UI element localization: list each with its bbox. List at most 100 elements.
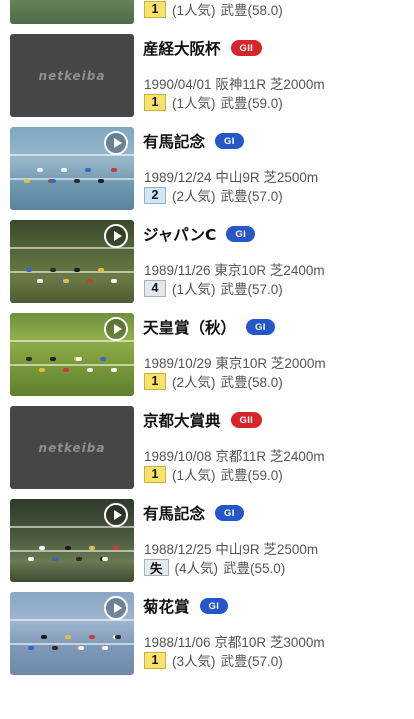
horse-figure bbox=[111, 279, 117, 283]
horse-figure bbox=[87, 368, 93, 372]
horse-figure bbox=[102, 646, 108, 650]
race-course: 京都10R bbox=[214, 635, 270, 650]
race-thumbnail[interactable] bbox=[10, 127, 134, 210]
horse-figure bbox=[28, 557, 34, 561]
race-row[interactable]: 菊花賞 GI 1988/11/06 京都10R 芝3000m 1 (3人気) 武… bbox=[0, 587, 414, 680]
horse-figure bbox=[61, 168, 67, 172]
race-thumbnail[interactable] bbox=[10, 220, 134, 303]
race-info: 1990/04/01 阪神11R 芝2000m bbox=[144, 73, 325, 93]
finish-rank-badge: 1 bbox=[144, 0, 166, 18]
race-title-line: 有馬記念 GI bbox=[143, 128, 244, 154]
race-date: 1989/10/29 bbox=[144, 356, 216, 371]
race-name[interactable]: 京都大賞典 bbox=[143, 409, 221, 431]
jockey-weight: 武豊(57.0) bbox=[220, 189, 283, 204]
race-date: 1989/12/24 bbox=[144, 170, 216, 185]
track-rail bbox=[10, 550, 134, 552]
race-surface: 芝2500m bbox=[263, 170, 319, 185]
horse-figure bbox=[78, 646, 84, 650]
race-name[interactable]: 天皇賞（秋） bbox=[143, 316, 236, 338]
grade-badge: GI bbox=[215, 133, 244, 149]
race-name[interactable]: 産経大阪杯 bbox=[143, 37, 221, 59]
race-result: 4 (1人気) 武豊(57.0) bbox=[144, 278, 283, 298]
race-date: 1989/10/08 bbox=[144, 449, 216, 464]
race-thumbnail[interactable]: netkeiba bbox=[10, 406, 134, 489]
race-course: 中山9R bbox=[215, 542, 264, 557]
horse-figure bbox=[26, 357, 32, 361]
play-circle-icon[interactable] bbox=[104, 317, 128, 341]
race-info: 1988/11/06 京都10R 芝3000m bbox=[144, 631, 325, 651]
race-thumbnail[interactable] bbox=[10, 0, 134, 24]
race-result: 1 (2人気) 武豊(58.0) bbox=[144, 371, 283, 391]
popularity: (2人気) bbox=[172, 375, 216, 390]
horse-figure bbox=[89, 635, 95, 639]
race-title-line: 菊花賞 GI bbox=[143, 593, 229, 619]
race-row[interactable]: netkeiba 産経大阪杯 GII 1990/04/01 阪神11R 芝200… bbox=[0, 29, 414, 122]
horse-figure bbox=[76, 357, 82, 361]
race-row[interactable]: 有馬記念 GI 1988/12/25 中山9R 芝2500m 失 (4人気) 武… bbox=[0, 494, 414, 587]
race-info: 1989/12/24 中山9R 芝2500m bbox=[144, 166, 318, 186]
race-title-line: 天皇賞（秋） GI bbox=[143, 314, 275, 340]
popularity: (1人気) bbox=[172, 96, 216, 111]
finish-rank-badge: 1 bbox=[144, 372, 166, 390]
race-title-line: 京都大賞典 GII bbox=[143, 407, 263, 433]
race-date: 1988/12/25 bbox=[144, 542, 216, 557]
finish-rank-badge: 4 bbox=[144, 279, 166, 297]
horse-figure bbox=[50, 179, 56, 183]
jockey-weight: 武豊(57.0) bbox=[220, 282, 283, 297]
race-row[interactable]: ジャパンC GI 1989/11/26 東京10R 芝2400m 4 (1人気)… bbox=[0, 215, 414, 308]
jockey-weight: 武豊(59.0) bbox=[220, 468, 283, 483]
race-surface: 芝2400m bbox=[269, 263, 325, 278]
race-history-list: 天皇賞（春） GI 1990/04/29 京都10R 芝3200m 1 (1人気… bbox=[0, 0, 414, 680]
race-result: 2 (2人気) 武豊(57.0) bbox=[144, 185, 283, 205]
grade-badge: GI bbox=[246, 319, 275, 335]
race-result: 1 (1人気) 武豊(59.0) bbox=[144, 92, 283, 112]
race-result: 1 (1人気) 武豊(59.0) bbox=[144, 464, 283, 484]
race-row[interactable]: 有馬記念 GI 1989/12/24 中山9R 芝2500m 2 (2人気) 武… bbox=[0, 122, 414, 215]
play-circle-icon[interactable] bbox=[104, 131, 128, 155]
horse-figure bbox=[41, 635, 47, 639]
race-row[interactable]: 天皇賞（秋） GI 1989/10/29 東京10R 芝2000m 1 (2人気… bbox=[0, 308, 414, 401]
race-course: 東京10R bbox=[215, 356, 271, 371]
race-course: 阪神11R bbox=[215, 77, 270, 92]
race-thumbnail[interactable] bbox=[10, 499, 134, 582]
horse-figure bbox=[111, 168, 117, 172]
race-result: 1 (3人気) 武豊(57.0) bbox=[144, 650, 283, 670]
race-title-line: ジャパンC GI bbox=[143, 221, 256, 247]
horse-figure bbox=[74, 268, 80, 272]
play-circle-icon[interactable] bbox=[104, 596, 128, 620]
race-info: 1988/12/25 中山9R 芝2500m bbox=[144, 538, 318, 558]
horse-figure bbox=[85, 168, 91, 172]
race-name[interactable]: 有馬記念 bbox=[143, 502, 205, 524]
horse-figure bbox=[98, 268, 104, 272]
race-course: 中山9R bbox=[215, 170, 264, 185]
race-surface: 芝2000m bbox=[269, 77, 325, 92]
horse-figure bbox=[65, 635, 71, 639]
popularity: (1人気) bbox=[172, 3, 216, 18]
grade-badge: GI bbox=[199, 598, 229, 614]
race-title-line: 有馬記念 GI bbox=[143, 500, 244, 526]
horse-figure bbox=[37, 279, 43, 283]
race-thumbnail[interactable]: netkeiba bbox=[10, 34, 134, 117]
play-circle-icon[interactable] bbox=[104, 503, 128, 527]
race-row[interactable]: 天皇賞（春） GI 1990/04/29 京都10R 芝3200m 1 (1人気… bbox=[0, 0, 414, 29]
horse-figure bbox=[74, 179, 80, 183]
horse-figure bbox=[65, 546, 71, 550]
race-surface: 芝2000m bbox=[270, 356, 326, 371]
race-name[interactable]: 有馬記念 bbox=[143, 130, 205, 152]
jockey-weight: 武豊(58.0) bbox=[220, 375, 283, 390]
jockey-weight: 武豊(59.0) bbox=[220, 96, 283, 111]
race-name[interactable]: 菊花賞 bbox=[143, 595, 190, 617]
horse-figure bbox=[63, 279, 69, 283]
popularity: (2人気) bbox=[172, 189, 216, 204]
play-circle-icon[interactable] bbox=[104, 224, 128, 248]
horse-figure bbox=[50, 268, 56, 272]
race-name[interactable]: ジャパンC bbox=[143, 223, 216, 245]
finish-rank-badge: 1 bbox=[144, 93, 166, 111]
race-thumbnail[interactable] bbox=[10, 313, 134, 396]
race-course: 京都11R bbox=[215, 449, 270, 464]
jockey-weight: 武豊(57.0) bbox=[220, 654, 283, 669]
race-row[interactable]: netkeiba 京都大賞典 GII 1989/10/08 京都11R 芝240… bbox=[0, 401, 414, 494]
race-title-line: 産経大阪杯 GII bbox=[143, 35, 263, 61]
grade-badge: GI bbox=[215, 505, 244, 521]
race-thumbnail[interactable] bbox=[10, 592, 134, 675]
